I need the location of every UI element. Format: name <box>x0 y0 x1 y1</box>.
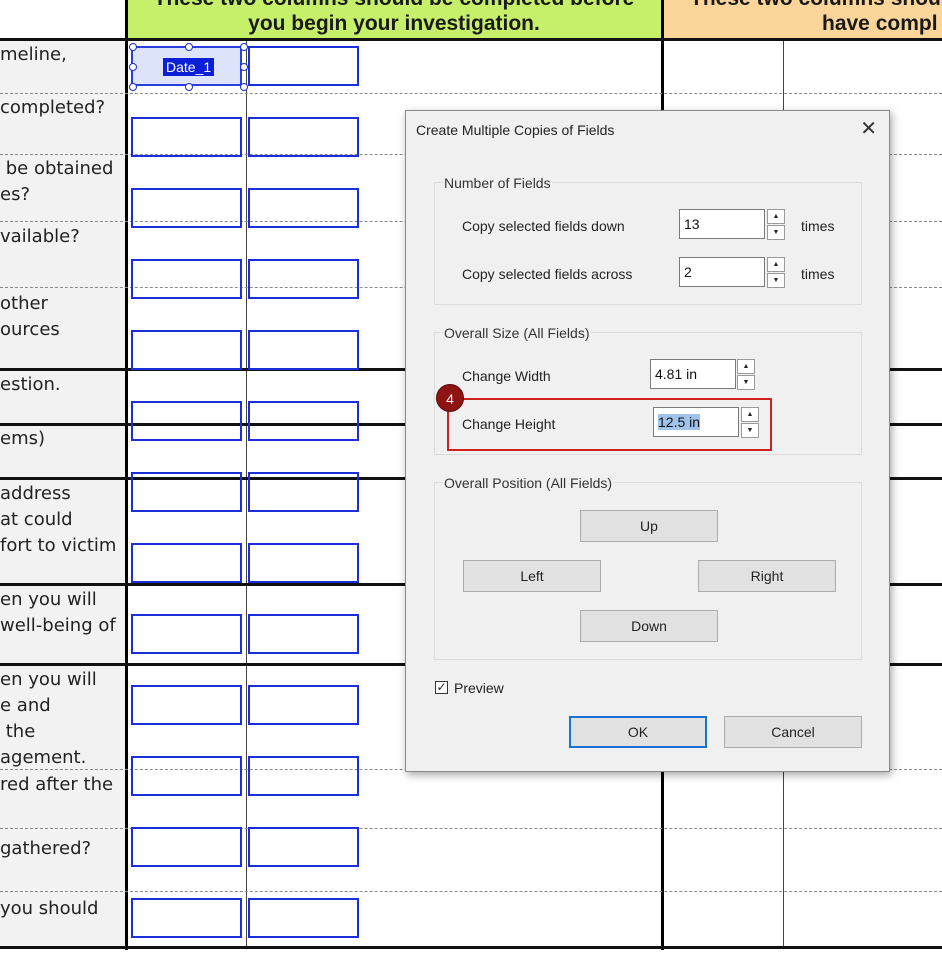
move-left-button[interactable]: Left <box>463 560 601 592</box>
form-field[interactable] <box>248 685 359 725</box>
form-field[interactable] <box>248 614 359 654</box>
column-divider <box>125 0 128 950</box>
form-field[interactable] <box>248 827 359 867</box>
form-field[interactable] <box>131 188 242 228</box>
times-label: times <box>801 218 835 234</box>
row-divider <box>0 38 942 41</box>
resize-handle[interactable] <box>240 83 248 91</box>
change-width-spinner: ▲ ▼ <box>737 359 755 391</box>
copy-across-label: Copy selected fields across <box>462 266 633 282</box>
form-field[interactable] <box>248 898 359 938</box>
callout-highlight-box <box>447 398 772 451</box>
copy-down-spinner: ▲ ▼ <box>767 209 785 241</box>
move-right-button[interactable]: Right <box>698 560 836 592</box>
move-down-button[interactable]: Down <box>580 610 718 642</box>
form-field[interactable] <box>131 685 242 725</box>
header-orange-line2: have compl <box>822 12 938 35</box>
form-field[interactable] <box>248 117 359 157</box>
question-text: estion. <box>0 374 61 395</box>
number-of-fields-group: Number of Fields Copy selected fields do… <box>434 175 862 305</box>
row-divider <box>0 946 942 949</box>
form-field[interactable] <box>248 46 359 86</box>
resize-handle[interactable] <box>185 83 193 91</box>
question-text: be obtained es? <box>0 158 114 205</box>
field-name-label: Date_1 <box>163 58 215 76</box>
row-divider <box>0 891 942 892</box>
spin-down-icon[interactable]: ▼ <box>737 375 755 390</box>
row-divider <box>0 93 942 94</box>
header-after-investigation: These two columns shou have compl <box>662 0 942 40</box>
form-field[interactable] <box>248 259 359 299</box>
spin-up-icon[interactable]: ▲ <box>767 209 785 224</box>
copy-down-label: Copy selected fields down <box>462 218 625 234</box>
question-text: gathered? <box>0 838 92 859</box>
question-text: you should <box>0 898 99 919</box>
resize-handle[interactable] <box>240 43 248 51</box>
spin-down-icon[interactable]: ▼ <box>767 273 785 288</box>
spin-down-icon[interactable]: ▼ <box>767 225 785 240</box>
form-field[interactable] <box>248 756 359 796</box>
header-before-investigation: These two columns should be completed be… <box>126 0 662 40</box>
resize-handle[interactable] <box>129 83 137 91</box>
times-label: times <box>801 266 835 282</box>
spin-up-icon[interactable]: ▲ <box>767 257 785 272</box>
question-text: en you will e and the agement. <box>0 669 97 768</box>
resize-handle[interactable] <box>129 43 137 51</box>
column-divider <box>246 40 247 948</box>
form-field[interactable] <box>131 827 242 867</box>
form-field[interactable] <box>248 543 359 583</box>
form-field[interactable] <box>131 898 242 938</box>
copy-down-input[interactable]: 13 <box>679 209 765 239</box>
preview-label: Preview <box>454 680 504 696</box>
question-text: completed? <box>0 97 106 118</box>
form-field[interactable] <box>131 117 242 157</box>
dialog-title: Create Multiple Copies of Fields <box>416 122 615 138</box>
form-field[interactable] <box>131 330 242 370</box>
preview-checkbox[interactable]: ✓ <box>435 681 448 694</box>
callout-step-badge: 4 <box>436 384 464 412</box>
question-text: en you will well-being of <box>0 589 116 636</box>
cancel-button[interactable]: Cancel <box>724 716 862 748</box>
resize-handle[interactable] <box>240 63 248 71</box>
resize-handle[interactable] <box>129 63 137 71</box>
form-field[interactable] <box>248 330 359 370</box>
close-icon[interactable]: ✕ <box>860 117 877 141</box>
spin-up-icon[interactable]: ▲ <box>737 359 755 374</box>
form-field[interactable] <box>131 614 242 654</box>
form-field[interactable] <box>248 401 359 441</box>
change-width-input[interactable]: 4.81 in <box>650 359 736 389</box>
form-field[interactable] <box>248 472 359 512</box>
form-field[interactable] <box>131 543 242 583</box>
header-green-line2: you begin your investigation. <box>248 12 540 35</box>
group-title: Overall Size (All Fields) <box>443 325 591 341</box>
copy-across-input[interactable]: 2 <box>679 257 765 287</box>
question-text: other ources <box>0 293 60 340</box>
question-text: vailable? <box>0 226 80 247</box>
resize-handle[interactable] <box>185 43 193 51</box>
form-field[interactable] <box>248 188 359 228</box>
question-text: address at could fort to victim <box>0 483 117 556</box>
question-text: meline, <box>0 44 67 65</box>
form-field[interactable] <box>131 259 242 299</box>
form-field[interactable] <box>131 401 242 441</box>
group-title: Number of Fields <box>443 175 552 191</box>
ok-button[interactable]: OK <box>569 716 707 748</box>
change-width-label: Change Width <box>462 368 551 384</box>
form-field[interactable] <box>131 472 242 512</box>
question-text: ems) <box>0 428 46 449</box>
form-field[interactable] <box>131 756 242 796</box>
copy-across-spinner: ▲ ▼ <box>767 257 785 289</box>
overall-position-group: Overall Position (All Fields) Up Left Ri… <box>434 475 862 660</box>
question-text: red after the <box>0 774 114 795</box>
move-up-button[interactable]: Up <box>580 510 718 542</box>
group-title: Overall Position (All Fields) <box>443 475 614 491</box>
